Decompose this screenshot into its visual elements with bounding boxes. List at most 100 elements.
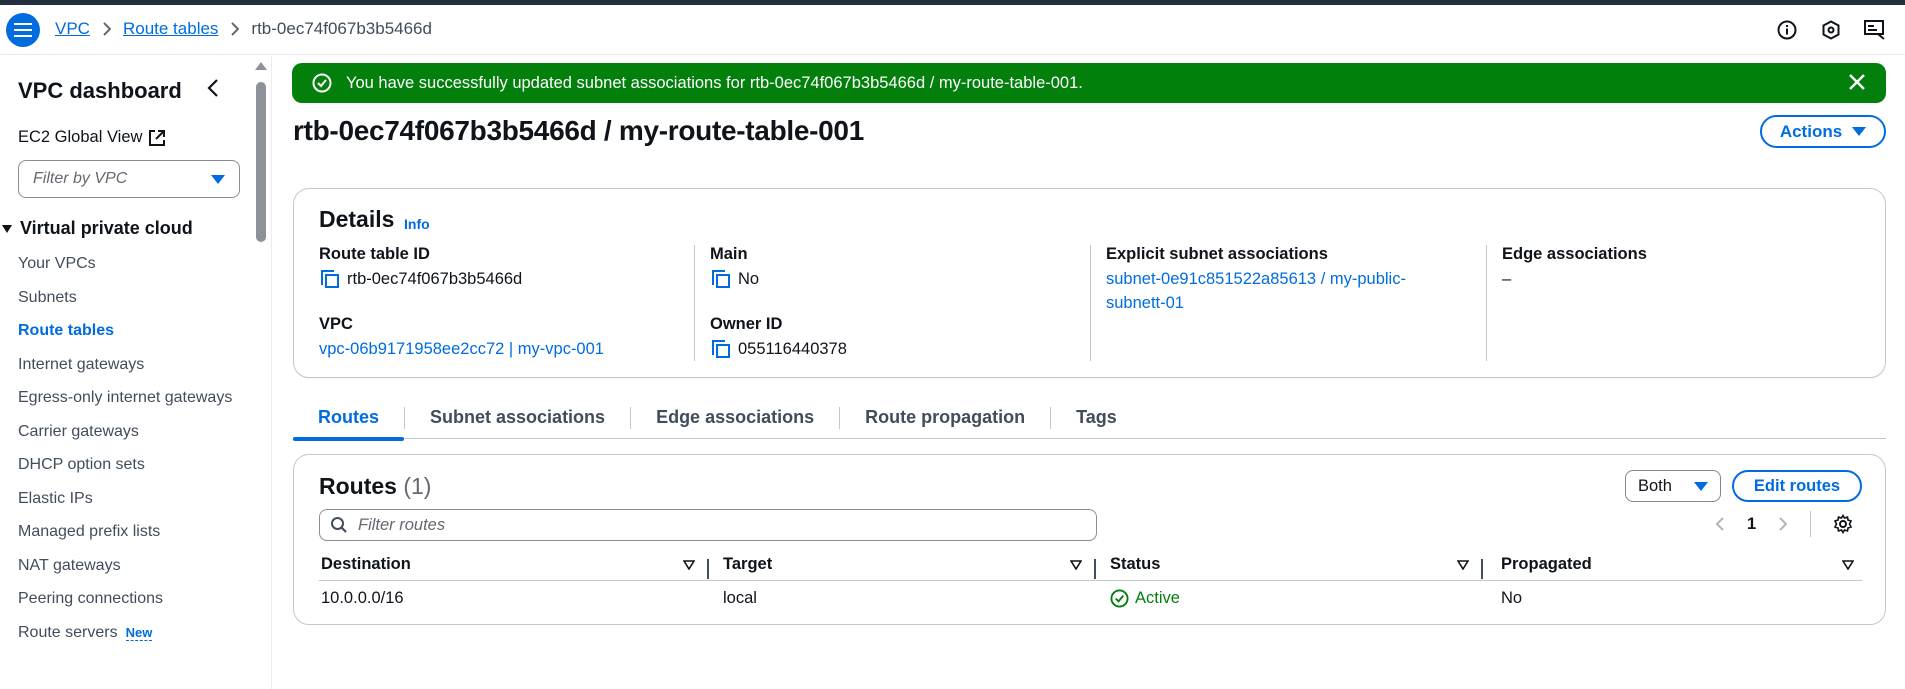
caret-down-icon xyxy=(211,174,225,184)
explicit-subnet-associations-value: subnet-0e91c851522a85613 / my-public- su… xyxy=(1106,267,1485,315)
status-text: Active xyxy=(1135,588,1180,607)
tab-route-propagation[interactable]: Route propagation xyxy=(840,397,1050,439)
sidebar-nav: Your VPCs Subnets Route tables Internet … xyxy=(18,252,248,654)
tab-tags[interactable]: Tags xyxy=(1051,397,1142,439)
column-header-status[interactable]: Status xyxy=(1096,555,1483,579)
feedback-icon[interactable] xyxy=(1863,18,1887,42)
sort-icon[interactable] xyxy=(1457,559,1469,570)
breadcrumb-vpc[interactable]: VPC xyxy=(55,19,90,39)
breadcrumb-route-tables[interactable]: Route tables xyxy=(123,19,218,39)
tab-subnet-associations[interactable]: Subnet associations xyxy=(405,397,630,439)
main: No xyxy=(738,270,760,288)
top-bar: VPC Route tables rtb-0ec74f067b3b5466d xyxy=(0,5,1905,55)
caret-down-icon xyxy=(1852,127,1867,136)
menu-icon xyxy=(14,23,32,37)
details-panel: Details Info Route table ID rtb-0ec74f06… xyxy=(293,188,1886,378)
vpc-link[interactable]: vpc-06b9171958ee2cc72 | my-vpc-001 xyxy=(319,337,604,361)
details-column-2: Main No Owner ID 055116440378 xyxy=(694,245,1089,361)
owner-id-value: 055116440378 xyxy=(710,337,1089,361)
sidebar-item-elastic-ips[interactable]: Elastic IPs xyxy=(18,487,248,511)
status-active-icon xyxy=(1110,588,1129,608)
sidebar-item-internet-gateways[interactable]: Internet gateways xyxy=(18,353,248,377)
caret-down-icon xyxy=(2,224,12,233)
copy-icon[interactable] xyxy=(710,338,732,360)
chevron-left-icon[interactable] xyxy=(1715,516,1725,532)
column-header-label: Target xyxy=(723,555,773,573)
vpc-value: vpc-06b9171958ee2cc72 | my-vpc-001 xyxy=(319,337,689,361)
routes-count: (1) xyxy=(403,473,432,499)
filter-by-vpc-select[interactable]: Filter by VPC xyxy=(18,160,240,198)
route-table-id-value: rtb-0ec74f067b3b5466d xyxy=(319,267,689,291)
settings-icon[interactable] xyxy=(1833,514,1853,534)
menu-button[interactable] xyxy=(6,13,40,47)
chevron-right-icon xyxy=(230,22,240,36)
sidebar-section-vpc[interactable]: Virtual private cloud xyxy=(0,218,193,239)
scroll-up-icon[interactable] xyxy=(255,62,267,70)
sidebar-scrollbar[interactable] xyxy=(254,60,268,689)
caret-down-icon xyxy=(1694,481,1708,491)
sidebar-item-route-tables[interactable]: Route tables xyxy=(18,319,248,343)
security-icon[interactable] xyxy=(1819,18,1843,42)
chevron-right-icon xyxy=(102,22,111,36)
sort-icon[interactable] xyxy=(683,559,695,570)
sidebar-title: VPC dashboard xyxy=(18,78,182,103)
explicit-subnet-link-line1[interactable]: subnet-0e91c851522a85613 / my-public- xyxy=(1106,267,1485,291)
sort-icon[interactable] xyxy=(1842,559,1854,570)
routes-panel: Routes (1) Both Edit routes Filter route… xyxy=(293,454,1886,625)
tab-edge-associations[interactable]: Edge associations xyxy=(631,397,839,439)
sidebar-item-egress-only-internet-gateways[interactable]: Egress-only internet gateways xyxy=(18,386,248,410)
sidebar-item-managed-prefix-lists[interactable]: Managed prefix lists xyxy=(18,520,248,544)
new-badge: New xyxy=(125,624,153,641)
column-header-label: Status xyxy=(1110,555,1161,573)
edge-associations-label: Edge associations xyxy=(1502,245,1647,263)
column-header-propagated[interactable]: Propagated xyxy=(1483,555,1862,574)
dismiss-flash-button[interactable] xyxy=(1848,73,1866,96)
info-link[interactable]: Info xyxy=(404,216,430,232)
breadcrumb-current: rtb-0ec74f067b3b5466d xyxy=(251,19,432,38)
search-icon xyxy=(331,517,347,533)
column-header-label: Destination xyxy=(321,555,411,573)
sidebar-item-nat-gateways[interactable]: NAT gateways xyxy=(18,554,248,578)
scrollbar-thumb[interactable] xyxy=(256,82,266,242)
owner-id-label: Owner ID xyxy=(710,315,783,333)
page-title: rtb-0ec74f067b3b5466d / my-route-table-0… xyxy=(293,115,864,146)
sidebar-item-dhcp-option-sets[interactable]: DHCP option sets xyxy=(18,453,248,477)
details-column-3: Explicit subnet associations subnet-0e91… xyxy=(1090,245,1485,361)
edit-routes-button[interactable]: Edit routes xyxy=(1732,470,1862,502)
routes-heading: Routes (1) xyxy=(319,473,431,500)
filter-routes-input[interactable]: Filter routes xyxy=(319,509,1097,541)
route-table-id-label: Route table ID xyxy=(319,245,430,263)
explicit-subnet-link-line2[interactable]: subnett-01 xyxy=(1106,291,1485,315)
table-row: 10.0.0.0/16 local Active No xyxy=(319,581,1862,615)
column-header-destination[interactable]: Destination xyxy=(319,555,709,579)
collapse-sidebar-button[interactable] xyxy=(206,78,220,103)
ec2-global-view-link[interactable]: EC2 Global View xyxy=(18,128,166,147)
sidebar-section-label: Virtual private cloud xyxy=(20,218,193,238)
sidebar-item-your-vpcs[interactable]: Your VPCs xyxy=(18,252,248,276)
cell-propagated: No xyxy=(1501,588,1523,607)
actions-button[interactable]: Actions xyxy=(1760,115,1886,148)
sidebar-item-subnets[interactable]: Subnets xyxy=(18,286,248,310)
edge-associations-value: – xyxy=(1502,270,1512,288)
copy-icon[interactable] xyxy=(710,268,732,290)
route-filter-value: Both xyxy=(1638,476,1672,495)
sidebar-item-route-servers[interactable]: Route servers New xyxy=(18,621,248,645)
details-column-1: Route table ID rtb-0ec74f067b3b5466d VPC… xyxy=(319,245,689,361)
chevron-left-icon xyxy=(207,79,218,97)
copy-icon[interactable] xyxy=(319,268,341,290)
tab-routes[interactable]: Routes xyxy=(293,397,405,441)
sidebar-item-peering-connections[interactable]: Peering connections xyxy=(18,587,248,611)
actions-label: Actions xyxy=(1779,121,1843,141)
page-number[interactable]: 1 xyxy=(1747,515,1756,534)
info-icon[interactable] xyxy=(1775,18,1799,42)
cell-target: local xyxy=(723,588,757,607)
chevron-right-icon[interactable] xyxy=(1778,516,1788,532)
routes-table: Destination Target Status Propagated 10.… xyxy=(319,549,1862,615)
sort-icon[interactable] xyxy=(1070,559,1082,570)
breadcrumb: VPC Route tables rtb-0ec74f067b3b5466d xyxy=(55,19,432,39)
route-filter-select[interactable]: Both xyxy=(1625,470,1721,502)
column-header-target[interactable]: Target xyxy=(709,555,1096,579)
sidebar-item-carrier-gateways[interactable]: Carrier gateways xyxy=(18,420,248,444)
explicit-subnet-associations-label: Explicit subnet associations xyxy=(1106,245,1328,263)
filter-routes-placeholder: Filter routes xyxy=(358,515,446,534)
